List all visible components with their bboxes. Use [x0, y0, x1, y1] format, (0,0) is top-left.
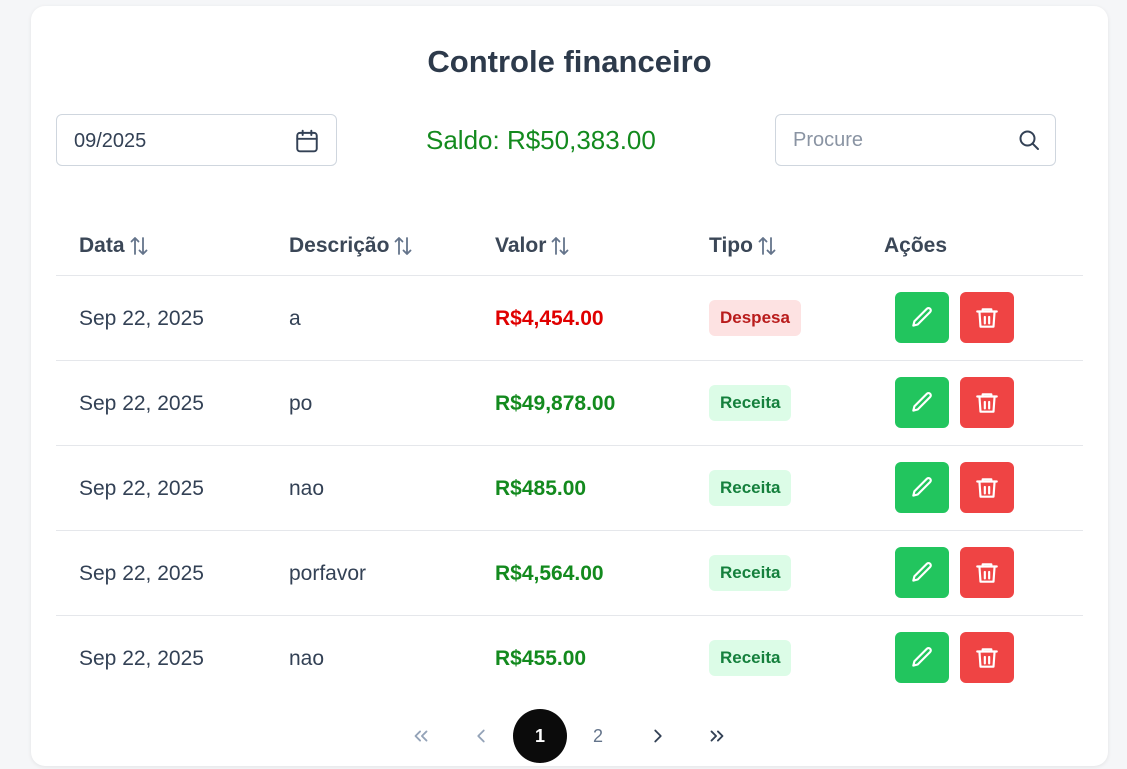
header-tipo[interactable]: Tipo: [709, 234, 777, 258]
search-icon[interactable]: [1017, 128, 1041, 152]
header-valor[interactable]: Valor: [495, 234, 570, 258]
table-row: Sep 22, 2025 porfavor R$4,564.00 Receita: [56, 531, 1083, 616]
month-value: 09/2025: [74, 130, 147, 152]
cell-description: porfavor: [289, 562, 367, 585]
finance-card: Controle financeiro 09/2025 Saldo: R$50,…: [31, 6, 1108, 766]
chevron-right-icon: [654, 729, 662, 743]
edit-button[interactable]: [895, 462, 949, 513]
chevrons-right-icon: [710, 730, 724, 742]
delete-button[interactable]: [960, 377, 1014, 428]
cell-description: nao: [289, 477, 325, 500]
first-page-button[interactable]: [409, 709, 433, 763]
chevrons-left-icon: [414, 730, 428, 742]
sort-icon[interactable]: [757, 235, 777, 257]
cell-value: R$455.00: [495, 647, 587, 670]
search-input[interactable]: [777, 116, 1007, 164]
sort-icon[interactable]: [393, 235, 413, 257]
cell-value: R$4,454.00: [495, 307, 604, 330]
pencil-icon: [912, 561, 932, 582]
pencil-icon: [912, 646, 932, 667]
page-2-button[interactable]: 2: [586, 709, 610, 763]
type-badge: Despesa: [709, 300, 801, 336]
trash-icon: [976, 562, 998, 583]
table-row: Sep 22, 2025 nao R$455.00 Receita: [56, 616, 1083, 701]
last-page-button[interactable]: [705, 709, 729, 763]
chevron-left-icon: [477, 729, 485, 743]
cell-value: R$4,564.00: [495, 562, 604, 585]
month-picker[interactable]: 09/2025: [56, 114, 337, 166]
header-data[interactable]: Data: [79, 234, 149, 258]
header-descricao[interactable]: Descrição: [289, 234, 413, 258]
table-row: Sep 22, 2025 a R$4,454.00 Despesa: [56, 276, 1083, 361]
trash-icon: [976, 647, 998, 668]
edit-button[interactable]: [895, 292, 949, 343]
cell-date: Sep 22, 2025: [79, 477, 204, 500]
cell-description: a: [289, 307, 301, 330]
cell-value: R$485.00: [495, 477, 587, 500]
page-1-button[interactable]: 1: [513, 709, 567, 763]
cell-date: Sep 22, 2025: [79, 647, 204, 670]
type-badge: Receita: [709, 470, 792, 506]
edit-button[interactable]: [895, 377, 949, 428]
table-header: Data Descrição Valor Tipo Ações: [56, 217, 1083, 276]
cell-date: Sep 22, 2025: [79, 392, 204, 415]
sort-icon[interactable]: [550, 235, 570, 257]
delete-button[interactable]: [960, 292, 1014, 343]
prev-page-button[interactable]: [469, 709, 493, 763]
edit-button[interactable]: [895, 632, 949, 683]
cell-date: Sep 22, 2025: [79, 307, 204, 330]
table-row: Sep 22, 2025 po R$49,878.00 Receita: [56, 361, 1083, 446]
delete-button[interactable]: [960, 462, 1014, 513]
type-badge: Receita: [709, 555, 792, 591]
header-acoes: Ações: [884, 234, 948, 257]
type-badge: Receita: [709, 385, 792, 421]
pencil-icon: [912, 391, 932, 412]
trash-icon: [976, 477, 998, 498]
pencil-icon: [912, 306, 932, 327]
pencil-icon: [912, 476, 932, 497]
next-page-button[interactable]: [646, 709, 670, 763]
cell-description: po: [289, 392, 313, 415]
sort-icon[interactable]: [129, 235, 149, 257]
edit-button[interactable]: [895, 547, 949, 598]
pagination: 1 2: [31, 709, 1108, 769]
balance-label: Saldo: R$50,383.00: [426, 125, 656, 155]
cell-date: Sep 22, 2025: [79, 562, 204, 585]
table-row: Sep 22, 2025 nao R$485.00 Receita: [56, 446, 1083, 531]
cell-description: nao: [289, 647, 325, 670]
type-badge: Receita: [709, 640, 792, 676]
trash-icon: [976, 392, 998, 413]
table-body: Sep 22, 2025 a R$4,454.00 Despesa Sep 22, 20…: [56, 276, 1083, 701]
page-title: Controle financeiro: [427, 44, 712, 79]
trash-icon: [976, 307, 998, 328]
search-box[interactable]: [775, 114, 1056, 166]
delete-button[interactable]: [960, 632, 1014, 683]
delete-button[interactable]: [960, 547, 1014, 598]
calendar-icon[interactable]: [294, 127, 320, 155]
transactions-table: Data Descrição Valor Tipo Ações Sep 22, …: [56, 217, 1083, 701]
cell-value: R$49,878.00: [495, 392, 616, 415]
